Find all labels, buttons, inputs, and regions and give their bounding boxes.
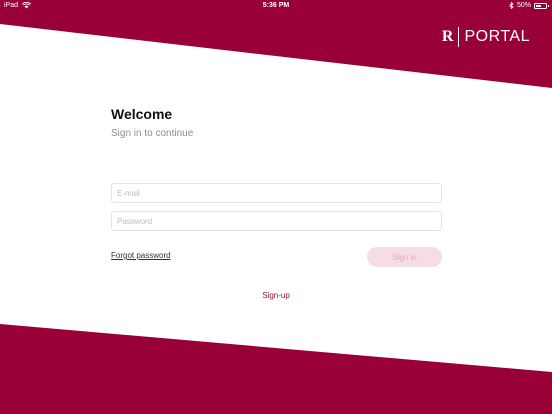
battery-percent: 50% [516,2,531,9]
battery-icon [534,2,549,9]
sign-in-button[interactable]: Sign in [367,247,442,267]
page-title: Welcome [111,106,173,122]
status-bar: iPad 5:36 PM 50% [0,0,552,12]
forgot-password-link[interactable]: Forgot password [111,251,171,260]
email-field[interactable] [111,183,442,203]
battery-fill [536,4,541,7]
logo-mark: R [441,28,454,45]
background-bands [0,0,552,414]
portal-logo: R PORTAL [441,27,530,47]
status-right: 50% [509,2,549,9]
bottom-band [0,324,552,414]
page-subtitle: Sign in to continue [111,128,194,139]
password-field[interactable] [111,211,442,231]
login-screen: iPad 5:36 PM 50% R PORTAL Welcome Sign i… [0,0,552,414]
bluetooth-icon [509,2,514,9]
status-time: 5:36 PM [262,2,290,9]
logo-text: PORTAL [464,28,530,45]
logo-divider [458,27,460,47]
sign-up-link[interactable]: Sign-up [0,291,552,300]
